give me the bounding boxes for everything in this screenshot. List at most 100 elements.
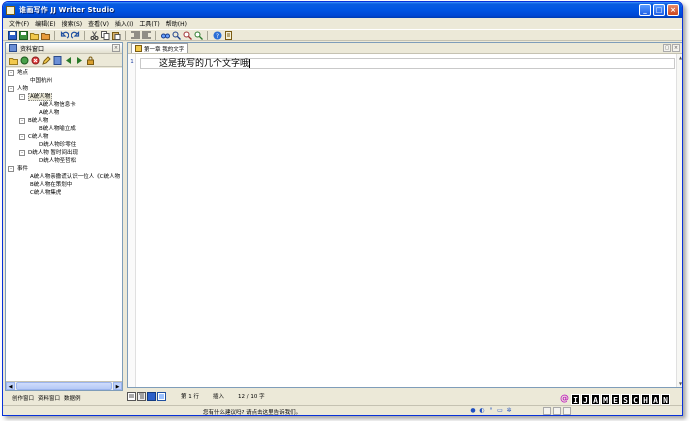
tree-node[interactable]: B统人物喻立成 bbox=[39, 125, 76, 133]
collapse-icon[interactable]: - bbox=[8, 86, 14, 92]
scroll-up-icon[interactable]: ▲ bbox=[677, 54, 682, 61]
redo-icon[interactable] bbox=[70, 30, 80, 40]
menu-search[interactable]: 搜索(S) bbox=[59, 19, 86, 28]
menu-insert[interactable]: 插入(I) bbox=[112, 19, 136, 28]
tree-node[interactable]: C统人物集虎 bbox=[30, 189, 61, 197]
char-count: 12 / 10 字 bbox=[238, 394, 265, 400]
menu-edit[interactable]: 编辑(E) bbox=[32, 19, 58, 28]
find-icon[interactable] bbox=[160, 30, 170, 40]
feedback-hint[interactable]: 您有什么建议吗? 请点击这里告诉我们。 bbox=[203, 408, 301, 415]
tree-node[interactable]: A统人物亲撒谎认识一位人《C统人物 bbox=[30, 173, 120, 181]
maximize-button[interactable]: □ bbox=[653, 4, 665, 16]
copy-icon[interactable] bbox=[100, 30, 110, 40]
toolbar-separator bbox=[155, 30, 156, 40]
ime-toolbar: ● ◐ ° ▭ ✲ bbox=[469, 407, 513, 415]
lock-icon[interactable] bbox=[86, 56, 95, 65]
preview-icon[interactable] bbox=[157, 391, 166, 401]
tree-node[interactable]: D统人物珍零住 bbox=[39, 141, 76, 149]
cut-icon[interactable] bbox=[89, 30, 99, 40]
collapse-icon[interactable]: - bbox=[19, 118, 25, 124]
tree-node[interactable]: D统人物圣哲松 bbox=[39, 157, 76, 165]
move-right-icon[interactable] bbox=[75, 56, 84, 65]
tree-node[interactable]: A统人物 bbox=[39, 109, 59, 117]
menu-view[interactable]: 查看(V) bbox=[85, 19, 112, 28]
menu-file[interactable]: 文件(F) bbox=[6, 19, 32, 28]
indent-icon[interactable] bbox=[130, 30, 140, 40]
menu-tools[interactable]: 工具(T) bbox=[136, 19, 162, 28]
move-left-icon[interactable] bbox=[64, 56, 73, 65]
watermark-letter: E bbox=[611, 393, 620, 405]
punctuation-icon[interactable]: ° bbox=[487, 407, 495, 415]
tab-resource-window[interactable]: 资料窗口 bbox=[38, 394, 60, 402]
tab-writing-window[interactable]: 创作窗口 bbox=[12, 394, 34, 402]
scrollbar-thumb[interactable] bbox=[16, 382, 112, 390]
goto-icon[interactable] bbox=[182, 30, 192, 40]
watermark-letter: N bbox=[661, 393, 670, 405]
restore-icon[interactable]: ▢ bbox=[663, 44, 671, 52]
collapse-icon[interactable]: - bbox=[19, 150, 25, 156]
scroll-left-icon[interactable]: ◀ bbox=[6, 382, 15, 390]
outdent-icon[interactable] bbox=[141, 30, 151, 40]
close-document-icon[interactable]: × bbox=[672, 44, 680, 52]
collapse-icon[interactable]: - bbox=[8, 70, 14, 76]
status-cell bbox=[563, 407, 571, 415]
vertical-scrollbar[interactable]: ▲ ▼ bbox=[676, 54, 682, 387]
menu-bar: 文件(F) 编辑(E) 搜索(S) 查看(V) 插入(I) 工具(T) 帮助(H… bbox=[3, 18, 682, 28]
scroll-down-icon[interactable]: ▼ bbox=[677, 380, 682, 387]
tree-node[interactable]: - 人物 bbox=[8, 85, 28, 93]
delete-icon[interactable] bbox=[31, 56, 40, 65]
tree-node-selected[interactable]: - A统人物 bbox=[19, 93, 53, 101]
tree-node[interactable]: A统人物信息卡 bbox=[39, 101, 76, 109]
editor-text-line[interactable]: 这是我写的几个文字哦 bbox=[140, 58, 675, 69]
book-icon bbox=[9, 44, 17, 52]
bookmark-icon[interactable] bbox=[193, 30, 203, 40]
tree-node[interactable]: B统人物在策划中 bbox=[30, 181, 72, 189]
tree-node[interactable]: - D统人物 暂时间出现 bbox=[19, 149, 78, 157]
menu-help[interactable]: 帮助(H) bbox=[163, 19, 190, 28]
keyboard-icon[interactable]: ▭ bbox=[496, 407, 504, 415]
undo-icon[interactable] bbox=[59, 30, 69, 40]
ime-icon[interactable]: ● bbox=[469, 407, 477, 415]
open-folder-icon[interactable] bbox=[29, 30, 39, 40]
paste-icon[interactable] bbox=[111, 30, 121, 40]
properties-icon[interactable] bbox=[53, 55, 62, 65]
tree-node[interactable]: - C统人物 bbox=[19, 133, 48, 141]
app-window: 谁画写作 JJ Writer Studio _ □ × 文件(F) 编辑(E) … bbox=[2, 1, 683, 416]
tree-node[interactable]: - 事件 bbox=[8, 165, 28, 173]
fullwidth-icon[interactable]: ◐ bbox=[478, 407, 486, 415]
scroll-right-icon[interactable]: ▶ bbox=[113, 382, 122, 390]
settings-gear-icon[interactable]: ✲ bbox=[505, 407, 513, 415]
editor-text[interactable]: 这是我写的几个文字哦 bbox=[159, 59, 249, 69]
save-icon[interactable] bbox=[7, 30, 17, 40]
tree-node[interactable]: - 地点 bbox=[8, 69, 28, 77]
toolbar-separator bbox=[125, 30, 126, 40]
window-title: 谁画写作 JJ Writer Studio bbox=[19, 6, 115, 14]
outline-view-icon[interactable] bbox=[137, 391, 146, 401]
open-file-icon[interactable] bbox=[40, 30, 50, 40]
collapse-icon[interactable]: - bbox=[8, 166, 14, 172]
toolbar-separator bbox=[54, 30, 55, 40]
resource-panel-close-button[interactable]: × bbox=[112, 44, 120, 52]
tree-node[interactable]: 中国杭州 bbox=[30, 77, 52, 85]
replace-icon[interactable] bbox=[171, 30, 181, 40]
collapse-icon[interactable]: - bbox=[19, 134, 25, 140]
watermark-letter: A bbox=[591, 393, 600, 405]
new-folder-icon[interactable] bbox=[9, 56, 18, 65]
normal-view-icon[interactable] bbox=[127, 391, 136, 401]
title-bar[interactable]: 谁画写作 JJ Writer Studio _ □ × bbox=[3, 2, 682, 18]
watermark-letter: C bbox=[631, 393, 640, 405]
tab-data[interactable]: 数据例 bbox=[64, 394, 81, 402]
close-button[interactable]: × bbox=[667, 4, 679, 16]
settings-icon[interactable] bbox=[223, 30, 233, 40]
help-icon[interactable]: ? bbox=[212, 30, 222, 40]
edit-icon[interactable] bbox=[42, 55, 51, 65]
new-item-icon[interactable] bbox=[20, 56, 29, 65]
collapse-icon[interactable]: - bbox=[19, 94, 25, 100]
save-as-icon[interactable] bbox=[18, 30, 28, 40]
watermark-letter: S bbox=[621, 393, 630, 405]
horizontal-scrollbar[interactable]: ◀ ▶ bbox=[6, 381, 122, 390]
document-tab[interactable]: 第一章 我的文字 bbox=[131, 43, 189, 53]
minimize-button[interactable]: _ bbox=[639, 4, 651, 16]
tree-node[interactable]: - B统人物 bbox=[19, 117, 48, 125]
save-status-icon[interactable] bbox=[147, 391, 156, 401]
